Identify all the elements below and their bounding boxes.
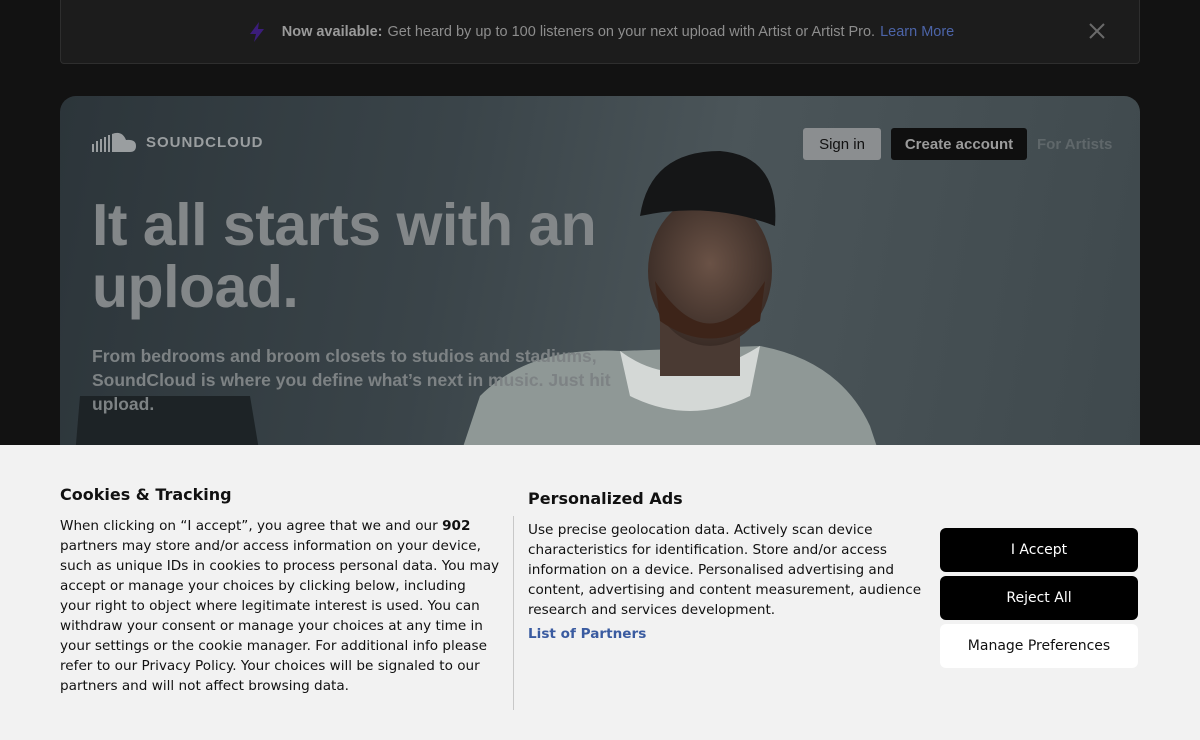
for-artists-link[interactable]: For Artists <box>1037 128 1112 160</box>
reject-all-button[interactable]: Reject All <box>940 576 1138 620</box>
create-account-button[interactable]: Create account <box>891 128 1027 160</box>
ads-title: Personalized Ads <box>528 489 683 508</box>
accept-button[interactable]: I Accept <box>940 528 1138 572</box>
banner-text: Get heard by up to 100 listeners on your… <box>387 23 876 40</box>
announcement-banner: Now available: Get heard by up to 100 li… <box>60 0 1140 64</box>
hero-subtext: From bedrooms and broom closets to studi… <box>92 346 611 414</box>
partner-count: 902 <box>442 518 471 534</box>
sign-in-button[interactable]: Sign in <box>803 128 881 160</box>
cookies-tracking-section: Cookies & Tracking When clicking on “I a… <box>60 485 500 696</box>
cookies-body-pre: When clicking on “I accept”, you agree t… <box>60 518 438 534</box>
cookies-title: Cookies & Tracking <box>60 485 232 504</box>
close-icon[interactable] <box>1087 21 1107 41</box>
cookies-body: When clicking on “I accept”, you agree t… <box>60 516 500 696</box>
logo-text: SOUNDCLOUD <box>146 133 264 151</box>
banner-strong-text: Now available: <box>281 23 383 40</box>
soundcloud-cloud-icon <box>92 132 136 152</box>
column-divider <box>513 516 514 710</box>
personalized-ads-section: Personalized Ads Use precise geolocation… <box>528 489 923 642</box>
list-of-partners-link[interactable]: List of Partners <box>528 626 923 642</box>
learn-more-link[interactable]: Learn More <box>880 24 954 40</box>
cookie-consent-panel: Cookies & Tracking When clicking on “I a… <box>0 445 1200 740</box>
hero-headline: It all starts with an upload. <box>92 192 597 320</box>
cookies-body-post: partners may store and/or access informa… <box>60 538 500 694</box>
ads-body: Use precise geolocation data. Actively s… <box>528 522 922 618</box>
lightning-bolt-icon <box>246 21 268 43</box>
manage-preferences-button[interactable]: Manage Preferences <box>940 624 1138 668</box>
soundcloud-logo[interactable]: SOUNDCLOUD <box>92 132 264 152</box>
hero-section: SOUNDCLOUD Sign in Create account For Ar… <box>60 96 1140 456</box>
